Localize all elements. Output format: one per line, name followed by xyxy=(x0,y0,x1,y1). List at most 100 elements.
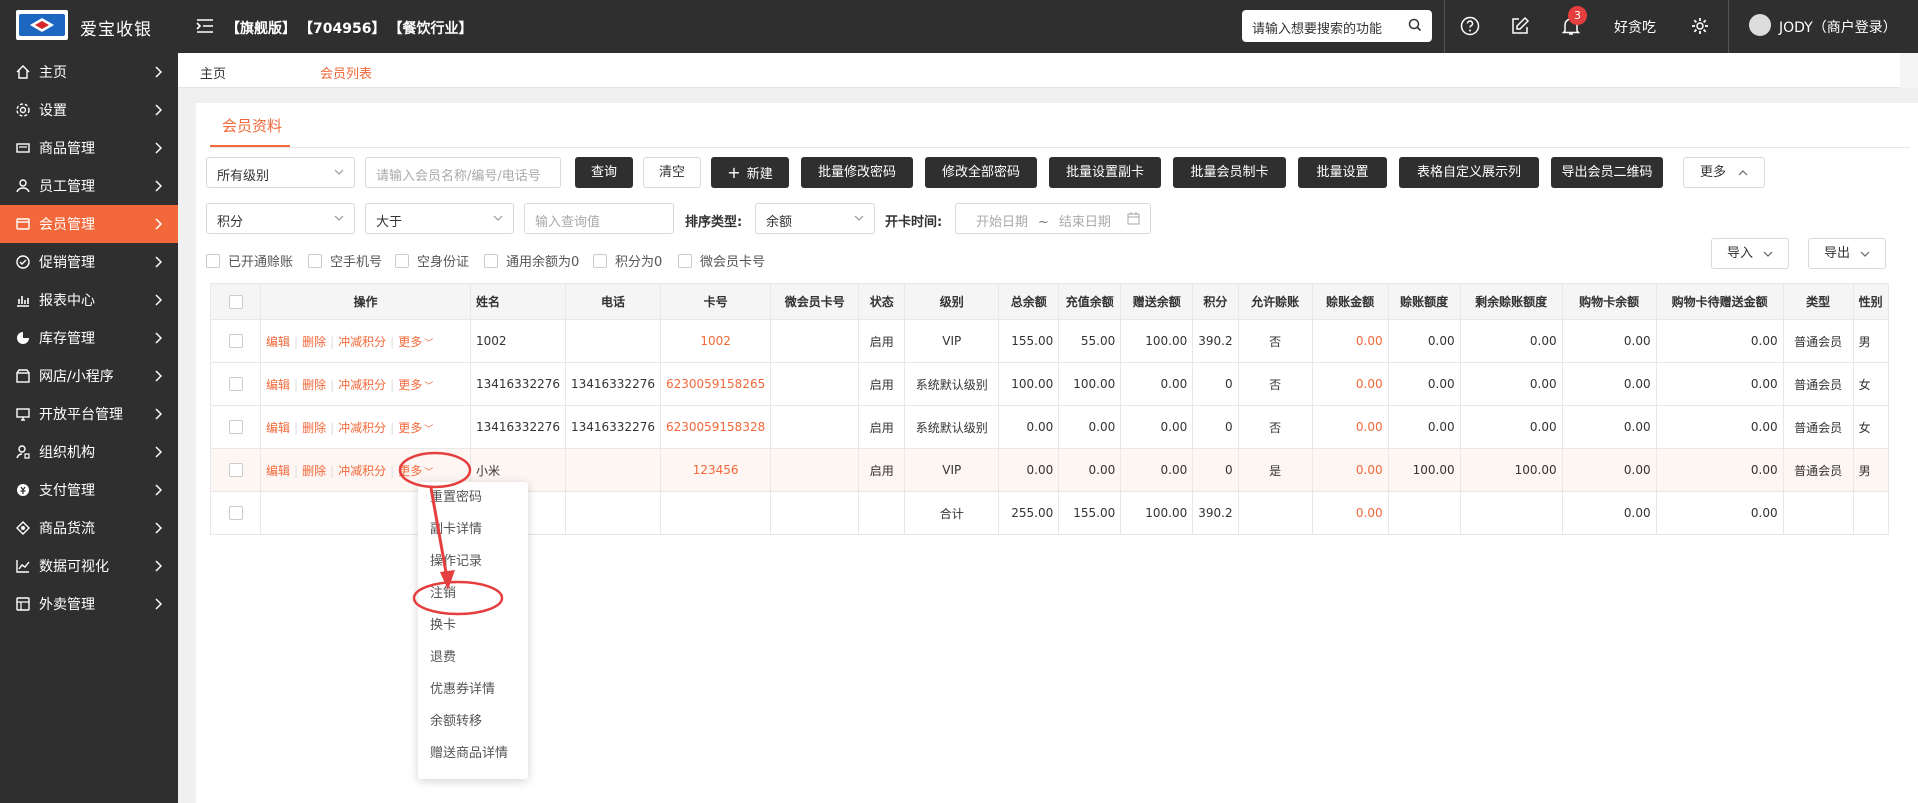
date-range-input[interactable]: 开始日期 ~ 结束日期 xyxy=(955,203,1151,234)
help-icon[interactable] xyxy=(1460,16,1480,36)
checkbox[interactable] xyxy=(308,253,322,268)
sidebar-item-platform[interactable]: 开放平台管理 xyxy=(0,395,178,433)
filter-empty-id[interactable]: 空身份证 xyxy=(395,251,469,270)
deduct-points-link[interactable]: 冲减积分 xyxy=(338,335,386,349)
search-icon[interactable] xyxy=(1408,18,1422,32)
level-select[interactable]: 所有级别 xyxy=(206,157,355,188)
avatar[interactable] xyxy=(1749,14,1771,36)
filter-wechat-card[interactable]: 微会员卡号 xyxy=(678,251,765,270)
shop-name[interactable]: 好贪吃 xyxy=(1614,17,1656,37)
sidebar-item-inventory[interactable]: 库存管理 xyxy=(0,319,178,357)
delete-link[interactable]: 删除 xyxy=(302,378,326,392)
batch-sub-card-button[interactable]: 批量设置副卡 xyxy=(1049,157,1161,188)
batch-password-button[interactable]: 批量修改密码 xyxy=(801,157,913,188)
sidebar-item-home[interactable]: 主页 xyxy=(0,53,178,91)
field-select[interactable]: 积分 xyxy=(206,203,355,234)
delete-link[interactable]: 删除 xyxy=(302,421,326,435)
more-actions-link[interactable]: 更多 ﹀ xyxy=(398,335,433,349)
row-select-cell[interactable] xyxy=(210,362,261,406)
export-qr-button[interactable]: 导出会员二维码 xyxy=(1551,157,1663,188)
table-row[interactable]: 编辑 | 删除 | 冲减积分 | 更多 ﹀ 1002 1002 启用 VIP 155.00 55.00 10… xyxy=(210,319,1889,363)
menu-item[interactable]: 换卡 xyxy=(418,617,528,649)
table-row[interactable]: 编辑 | 删除 | 冲减积分 | 更多 ﹀ 13416332276 13416332276 6230… xyxy=(210,362,1889,406)
table-row[interactable]: 编辑 | 删除 | 冲减积分 | 更多 ﹀ 13416332276 13416332276 6230… xyxy=(210,405,1889,449)
sidebar-item-member[interactable]: 会员管理 xyxy=(0,205,178,243)
keyword-input[interactable]: 请输入会员名称/编号/电话号 xyxy=(365,157,561,188)
all-password-button[interactable]: 修改全部密码 xyxy=(925,157,1037,188)
row-select-cell[interactable] xyxy=(210,491,261,535)
sidebar-item-promo[interactable]: 促销管理 xyxy=(0,243,178,281)
more-filters-button[interactable]: 更多 xyxy=(1683,157,1765,188)
more-actions-link[interactable]: 更多 ﹀ xyxy=(398,378,433,392)
row-select-cell[interactable] xyxy=(210,448,261,492)
sidebar-item-staff[interactable]: 员工管理 xyxy=(0,167,178,205)
batch-settings-button[interactable]: 批量设置 xyxy=(1298,157,1387,188)
gear-icon[interactable] xyxy=(1690,16,1710,36)
edit-link[interactable]: 编辑 xyxy=(266,335,290,349)
sidebar-item-report[interactable]: 报表中心 xyxy=(0,281,178,319)
sidebar-item-payment[interactable]: 支付管理 xyxy=(0,471,178,509)
tab-home[interactable]: 主页 xyxy=(200,63,226,82)
menu-toggle-icon[interactable] xyxy=(196,18,214,34)
deduct-points-link[interactable]: 冲减积分 xyxy=(338,421,386,435)
row-checkbox[interactable] xyxy=(228,377,243,392)
user-name[interactable]: JODY（商户登录） xyxy=(1779,17,1897,37)
row-checkbox[interactable] xyxy=(228,463,243,478)
delete-link[interactable]: 删除 xyxy=(302,335,326,349)
checkbox[interactable] xyxy=(395,253,409,268)
sidebar-item-chart[interactable]: 数据可视化 xyxy=(0,547,178,585)
export-button[interactable]: 导出 xyxy=(1808,238,1886,269)
menu-item[interactable]: 副卡详情 xyxy=(418,521,528,553)
batch-card-button[interactable]: 批量会员制卡 xyxy=(1173,157,1286,188)
sidebar-item-product[interactable]: 商品管理 xyxy=(0,129,178,167)
menu-item[interactable]: 余额转移 xyxy=(418,713,528,745)
row-checkbox[interactable] xyxy=(228,334,243,349)
menu-item[interactable]: 优惠券详情 xyxy=(418,681,528,713)
new-button[interactable]: + 新建 xyxy=(711,157,789,188)
row-select-cell[interactable] xyxy=(210,319,261,363)
edit-link[interactable]: 编辑 xyxy=(266,464,290,478)
menu-item[interactable]: 赠送商品详情 xyxy=(418,745,528,777)
compare-select[interactable]: 大于 xyxy=(365,203,514,234)
filter-empty-phone[interactable]: 空手机号 xyxy=(308,251,382,270)
more-actions-link[interactable]: 更多 ﹀ xyxy=(398,421,433,435)
sidebar-item-delivery[interactable]: 外卖管理 xyxy=(0,585,178,623)
filter-zero-points[interactable]: 积分为0 xyxy=(593,251,662,270)
filter-zero-balance[interactable]: 通用余额为0 xyxy=(484,251,579,270)
select-all-cell[interactable] xyxy=(210,283,261,320)
checkbox[interactable] xyxy=(593,253,607,268)
clear-button[interactable]: 清空 xyxy=(643,157,701,188)
row-checkbox[interactable] xyxy=(228,506,243,521)
row-checkbox[interactable] xyxy=(228,420,243,435)
edit-link[interactable]: 编辑 xyxy=(266,378,290,392)
select-all-checkbox[interactable] xyxy=(228,294,243,309)
menu-item[interactable]: 重置密码 xyxy=(418,489,528,521)
tab-scrollbar[interactable] xyxy=(1900,53,1918,88)
sidebar-item-flow[interactable]: 商品货流 xyxy=(0,509,178,547)
sidebar-item-settings[interactable]: 设置 xyxy=(0,91,178,129)
sidebar-item-store[interactable]: 网店/小程序 xyxy=(0,357,178,395)
menu-item[interactable]: 操作记录 xyxy=(418,553,528,585)
edit-link[interactable]: 编辑 xyxy=(266,421,290,435)
query-value-input[interactable]: 输入查询值 xyxy=(524,203,674,234)
checkbox[interactable] xyxy=(484,253,498,268)
tab-member-list[interactable]: 会员列表 xyxy=(320,63,372,82)
delete-link[interactable]: 删除 xyxy=(302,464,326,478)
more-actions-link[interactable]: 更多 ﹀ xyxy=(398,464,433,478)
deduct-points-link[interactable]: 冲减积分 xyxy=(338,464,386,478)
custom-columns-button[interactable]: 表格自定义展示列 xyxy=(1399,157,1539,188)
deduct-points-link[interactable]: 冲减积分 xyxy=(338,378,386,392)
checkbox[interactable] xyxy=(206,253,220,268)
edit-icon[interactable] xyxy=(1510,16,1530,36)
panel-title[interactable]: 会员资料 xyxy=(222,115,282,136)
menu-item[interactable]: 注销 xyxy=(418,585,528,617)
function-search-input[interactable]: 请输入想要搜索的功能 xyxy=(1242,10,1432,42)
query-button[interactable]: 查询 xyxy=(575,157,633,188)
import-button[interactable]: 导入 xyxy=(1711,238,1789,269)
row-select-cell[interactable] xyxy=(210,405,261,449)
filter-credit-enabled[interactable]: 已开通赊账 xyxy=(206,251,293,270)
sort-select[interactable]: 余额 xyxy=(755,203,875,234)
menu-item[interactable]: 退费 xyxy=(418,649,528,681)
sidebar-item-org[interactable]: 组织机构 xyxy=(0,433,178,471)
checkbox[interactable] xyxy=(678,253,692,268)
